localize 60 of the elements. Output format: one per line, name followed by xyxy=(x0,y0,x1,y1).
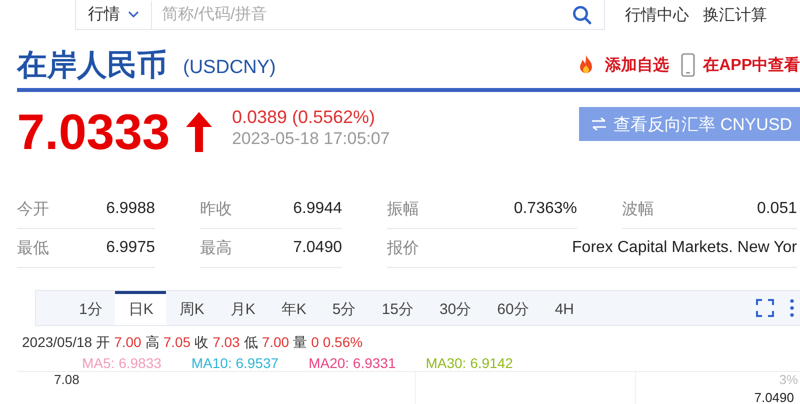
currency-title: 在岸人民币 xyxy=(17,48,167,84)
stat-label: 最高 xyxy=(200,238,232,258)
phone-icon xyxy=(681,53,696,77)
chart-tab[interactable]: 日K xyxy=(115,291,166,325)
category-dropdown[interactable]: 行情 xyxy=(76,0,152,28)
chart-tab[interactable]: 年K xyxy=(268,291,320,325)
nav-link[interactable]: 行情中心 xyxy=(625,4,689,26)
more-icon[interactable] xyxy=(790,299,794,317)
ohlc-label: 开 xyxy=(96,334,110,352)
stat-value: 0.051 xyxy=(756,200,797,218)
moving-average-label: MA30: 6.9142 xyxy=(426,355,513,371)
price-value: 7.0333 xyxy=(17,106,170,158)
stat-label: 昨收 xyxy=(200,200,232,220)
ohlc-label: 收 xyxy=(194,334,209,352)
action-link[interactable]: 添加自选 xyxy=(605,54,670,76)
ohlc-label: 低 xyxy=(244,334,258,352)
quote-time: 2023-05-18 17:05:07 xyxy=(232,128,390,150)
nav-link[interactable]: 换汇计算 xyxy=(703,4,767,26)
search-icon[interactable] xyxy=(572,4,592,24)
ohlc-date: 2023/05/18 xyxy=(22,334,92,352)
stat-value: Forex Capital Markets. New Yor xyxy=(572,239,797,257)
stat-value: 6.9944 xyxy=(293,200,342,218)
ohlc-value: 7.05 xyxy=(163,334,191,352)
chart-tab[interactable]: 4H xyxy=(542,291,587,325)
chart-tab[interactable]: 1分 xyxy=(66,291,116,325)
axis-label: 7.08 xyxy=(54,372,80,387)
stat-label: 振幅 xyxy=(387,200,419,220)
chart-tab[interactable]: 30分 xyxy=(426,291,484,325)
ohlc-label: 量 xyxy=(293,334,308,352)
stat-label: 今开 xyxy=(17,200,49,220)
chart-tab[interactable]: 15分 xyxy=(368,291,426,325)
stat-value: 0.7363% xyxy=(514,200,577,218)
moving-average-label: MA5: 6.9833 xyxy=(82,355,162,371)
caret-icon xyxy=(128,11,139,18)
currency-code: (USDCNY) xyxy=(183,57,276,79)
axis-label: 3% xyxy=(779,372,798,387)
stat-label: 最低 xyxy=(17,238,49,258)
fullscreen-icon[interactable] xyxy=(756,299,774,317)
ohlc-change: 0.56% xyxy=(322,334,363,352)
ohlc-label: 高 xyxy=(145,334,160,352)
arrow-up-icon xyxy=(186,112,212,152)
swap-icon xyxy=(591,117,608,131)
ohlc-value: 7.00 xyxy=(262,334,290,352)
action-link[interactable]: 在APP中查看 xyxy=(703,54,800,76)
stat-label: 报价 xyxy=(387,238,419,258)
chart-tab[interactable]: 周K xyxy=(166,291,218,325)
ohlc-value: 0 xyxy=(311,334,319,352)
chart-tab[interactable]: 月K xyxy=(217,291,268,325)
moving-average-label: MA20: 6.9331 xyxy=(308,355,396,371)
stat-value: 7.0490 xyxy=(293,239,342,257)
chart-tab[interactable]: 60分 xyxy=(484,291,542,325)
chart-tab[interactable]: 5分 xyxy=(319,291,369,325)
last-price-label: 7.0490 xyxy=(754,390,794,404)
ohlc-value: 7.00 xyxy=(114,334,142,352)
moving-average-label: MA10: 6.9537 xyxy=(191,355,279,371)
stat-value: 6.9988 xyxy=(106,200,155,218)
stat-label: 波幅 xyxy=(622,200,654,220)
ohlc-value: 7.03 xyxy=(212,334,240,352)
price-change: 0.0389 (0.5562%) xyxy=(232,106,376,128)
stat-value: 6.9975 xyxy=(106,239,155,257)
